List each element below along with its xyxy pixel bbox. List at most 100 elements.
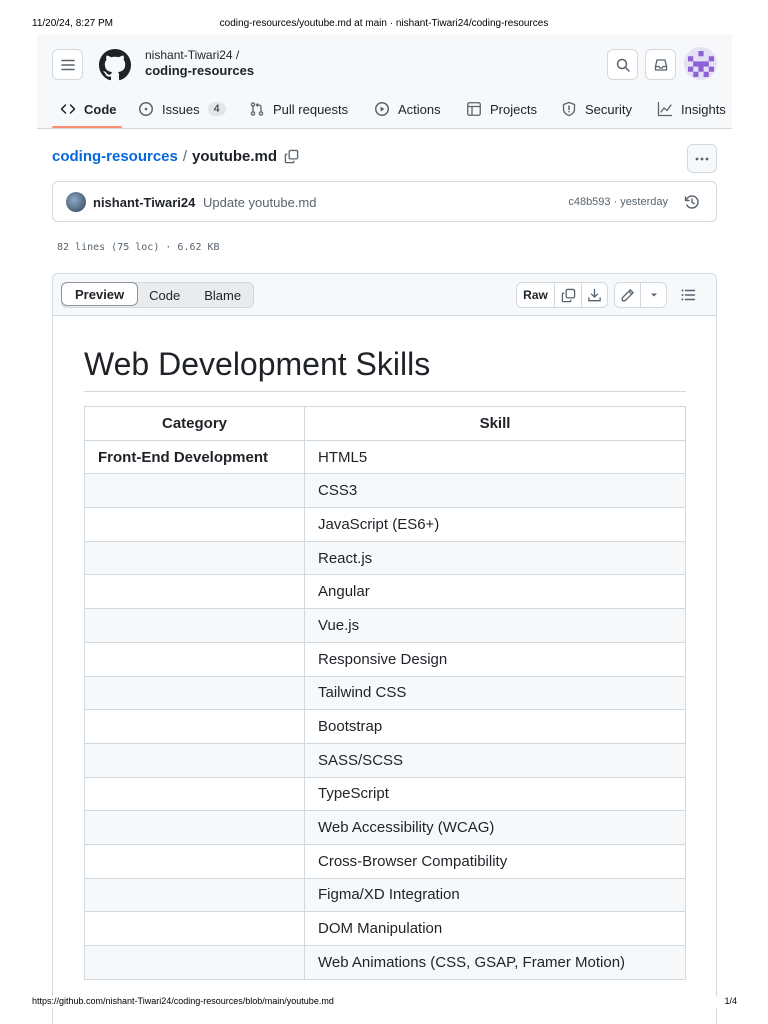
category-cell xyxy=(84,473,305,509)
more-options-button[interactable] xyxy=(687,144,717,173)
table-row: DOM Manipulation xyxy=(84,911,686,946)
print-page-number: 1/4 xyxy=(724,996,737,1006)
copy-raw-button[interactable] xyxy=(555,283,582,307)
table-row: React.js xyxy=(84,540,686,576)
category-cell xyxy=(84,776,305,812)
code-view-tab[interactable]: Code xyxy=(137,283,192,307)
skill-cell: JavaScript (ES6+) xyxy=(304,507,686,542)
category-cell xyxy=(84,742,305,778)
markdown-heading: Web Development Skills xyxy=(84,344,686,392)
pull-request-icon xyxy=(250,102,264,116)
edit-actions-group xyxy=(614,282,667,308)
commit-author-avatar[interactable] xyxy=(66,192,86,212)
table-row: Web Animations (CSS, GSAP, Framer Motion… xyxy=(84,945,686,980)
triangle-down-icon xyxy=(650,293,657,297)
breadcrumb-repo-link[interactable]: coding-resources xyxy=(52,148,178,165)
table-row: JavaScript (ES6+) xyxy=(84,507,686,542)
graph-icon xyxy=(657,101,673,117)
tab-pull-requests-label: Pull requests xyxy=(273,101,349,117)
tab-projects[interactable]: Projects xyxy=(466,97,537,121)
table-row: Figma/XD Integration xyxy=(84,877,686,913)
commit-author-link[interactable]: nishant-Tiwari24 xyxy=(93,195,195,210)
copy-path-button[interactable] xyxy=(284,149,299,164)
raw-button[interactable]: Raw xyxy=(517,283,555,307)
table-row: Bootstrap xyxy=(84,709,686,744)
category-cell xyxy=(84,877,305,913)
active-tab-underline xyxy=(52,126,122,128)
file-viewer: Preview Code Blame Raw Web Development S… xyxy=(52,273,717,1024)
repo-nav: Code Issues 4 Pull requests Actions Proj… xyxy=(37,92,732,129)
skill-cell: TypeScript xyxy=(304,776,686,812)
github-logo-icon[interactable] xyxy=(99,49,131,81)
tab-security[interactable]: Security xyxy=(561,97,632,121)
breadcrumb-file-name: youtube.md xyxy=(192,148,278,165)
view-mode-toggle: Preview Code Blame xyxy=(61,282,255,308)
category-cell xyxy=(84,608,305,643)
skill-cell: Bootstrap xyxy=(304,709,686,744)
shield-icon xyxy=(562,101,576,117)
tab-actions-label: Actions xyxy=(398,101,441,117)
file-toolbar: Preview Code Blame Raw xyxy=(53,274,716,316)
list-unordered-icon xyxy=(681,289,696,301)
inbox-button[interactable] xyxy=(645,49,676,80)
outline-button[interactable] xyxy=(675,282,701,308)
raw-actions-group: Raw xyxy=(516,282,608,308)
copy-icon xyxy=(561,288,575,302)
hamburger-icon xyxy=(60,59,75,70)
category-cell xyxy=(84,810,305,845)
kebab-horizontal-icon xyxy=(695,157,709,160)
skill-cell: Responsive Design xyxy=(304,641,686,677)
tab-insights[interactable]: Insights xyxy=(657,97,726,121)
table-row: Angular xyxy=(84,574,686,610)
table-row: Vue.js xyxy=(84,608,686,643)
skill-cell: Web Accessibility (WCAG) xyxy=(304,810,686,845)
copy-icon xyxy=(284,149,299,164)
tab-issues[interactable]: Issues 4 xyxy=(138,97,226,121)
tab-code[interactable]: Code xyxy=(60,97,117,121)
skill-cell: Web Animations (CSS, GSAP, Framer Motion… xyxy=(304,945,686,980)
table-row: Cross-Browser Compatibility xyxy=(84,843,686,879)
history-button[interactable] xyxy=(684,194,700,215)
tab-security-label: Security xyxy=(585,101,632,117)
issues-counter: 4 xyxy=(207,102,226,116)
category-cell xyxy=(84,540,305,576)
repo-name-link[interactable]: coding-resources xyxy=(145,63,254,78)
print-page-title: coding-resources/youtube.md at main · ni… xyxy=(219,18,549,29)
skill-cell: DOM Manipulation xyxy=(304,911,686,946)
skill-cell: HTML5 xyxy=(304,439,686,475)
skill-cell: SASS/SCSS xyxy=(304,742,686,778)
skill-cell: Figma/XD Integration xyxy=(304,877,686,913)
commit-hash-time[interactable]: c48b593 · yesterday xyxy=(568,196,668,208)
skill-cell: CSS3 xyxy=(304,473,686,509)
category-cell xyxy=(84,574,305,610)
history-icon xyxy=(684,195,699,209)
menu-button[interactable] xyxy=(52,49,83,80)
category-cell xyxy=(84,641,305,677)
download-icon xyxy=(588,288,601,301)
search-icon xyxy=(616,58,630,72)
repo-owner-link[interactable]: nishant-Tiwari24 / xyxy=(145,48,239,62)
search-button[interactable] xyxy=(607,49,638,80)
table-row: Responsive Design xyxy=(84,641,686,677)
tab-code-label: Code xyxy=(84,101,117,117)
blame-tab[interactable]: Blame xyxy=(192,283,253,307)
tab-projects-label: Projects xyxy=(490,101,537,117)
markdown-body: Web Development Skills Category Skill Fr… xyxy=(84,344,686,980)
tab-pull-requests[interactable]: Pull requests xyxy=(249,97,348,121)
table-row: Web Accessibility (WCAG) xyxy=(84,810,686,845)
breadcrumb-separator: / xyxy=(182,148,188,165)
edit-file-button[interactable] xyxy=(615,283,641,307)
tab-actions[interactable]: Actions xyxy=(374,97,441,121)
preview-tab[interactable]: Preview xyxy=(61,282,139,306)
edit-dropdown-button[interactable] xyxy=(641,283,666,307)
code-icon xyxy=(60,104,76,114)
tab-insights-label: Insights xyxy=(681,101,726,117)
commit-message-link[interactable]: Update youtube.md xyxy=(203,195,316,210)
user-avatar[interactable] xyxy=(684,47,717,80)
column-header-category: Category xyxy=(84,406,305,441)
category-cell xyxy=(84,709,305,744)
identicon-icon xyxy=(687,50,714,77)
table-icon xyxy=(467,102,481,116)
download-button[interactable] xyxy=(582,283,607,307)
category-cell xyxy=(84,945,305,980)
